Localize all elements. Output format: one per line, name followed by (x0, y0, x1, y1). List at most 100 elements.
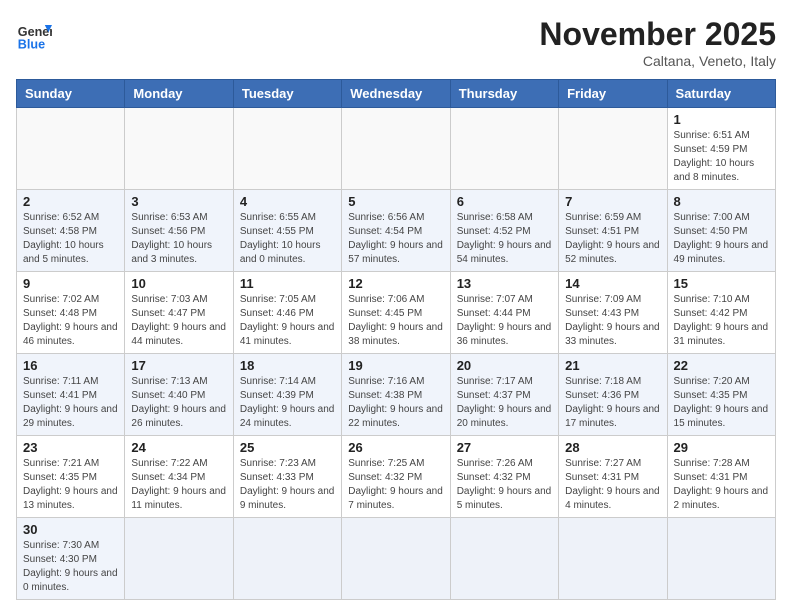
day-info: Sunrise: 7:11 AM Sunset: 4:41 PM Dayligh… (23, 375, 118, 431)
calendar-cell: 2Sunrise: 6:52 AM Sunset: 4:58 PM Daylig… (17, 190, 125, 272)
calendar-cell: 27 Sunrise: 7:26 AM Sunset: 4:32 PM Dayli… (450, 436, 558, 518)
day-info: Sunrise: 7:03 AM Sunset: 4:47 PM Dayligh… (131, 293, 226, 349)
day-info: Sunrise: 7:00 AM Sunset: 4:50 PM Dayligh… (674, 211, 769, 267)
day-number: 13 (457, 276, 552, 291)
day-number: 9 (23, 276, 118, 291)
calendar-cell: 4 Sunrise: 6:55 AM Sunset: 4:55 PM Daylig… (233, 190, 341, 272)
calendar-cell: 18Sunrise: 7:14 AM Sunset: 4:39 PM Dayli… (233, 354, 341, 436)
day-info: Sunrise: 7:10 AM Sunset: 4:42 PM Dayligh… (674, 293, 769, 349)
day-number: 23 (23, 440, 118, 455)
day-number: 17 (131, 358, 226, 373)
day-number: 3 (131, 194, 226, 209)
day-info: Sunrise: 7:16 AM Sunset: 4:38 PM Dayligh… (348, 375, 443, 431)
day-info: Sunrise: 7:09 AM Sunset: 4:43 PM Dayligh… (565, 293, 660, 349)
calendar-cell: 12 Sunrise: 7:06 AM Sunset: 4:45 PM Dayli… (342, 272, 450, 354)
day-number: 25 (240, 440, 335, 455)
day-info: Sunrise: 7:13 AM Sunset: 4:40 PM Dayligh… (131, 375, 226, 431)
day-number: 19 (348, 358, 443, 373)
day-number: 27 (457, 440, 552, 455)
svg-text:Blue: Blue (18, 37, 45, 51)
day-info: Sunrise: 7:25 AM Sunset: 4:32 PM Dayligh… (348, 457, 443, 513)
calendar-cell: 8Sunrise: 7:00 AM Sunset: 4:50 PM Daylig… (667, 190, 775, 272)
day-info: Sunrise: 6:58 AM Sunset: 4:52 PM Dayligh… (457, 211, 552, 267)
weekday-header-thursday: Thursday (450, 80, 558, 108)
calendar-cell: 28 Sunrise: 7:27 AM Sunset: 4:31 PM Dayli… (559, 436, 667, 518)
calendar-cell: 13 Sunrise: 7:07 AM Sunset: 4:44 PM Dayli… (450, 272, 558, 354)
day-number: 15 (674, 276, 769, 291)
title-block: November 2025 Caltana, Veneto, Italy (539, 16, 776, 69)
calendar-cell (233, 518, 341, 600)
calendar-cell: 19 Sunrise: 7:16 AM Sunset: 4:38 PM Dayli… (342, 354, 450, 436)
weekday-header-friday: Friday (559, 80, 667, 108)
week-row-1: 1 Sunrise: 6:51 AM Sunset: 4:59 PM Daylig… (17, 108, 776, 190)
calendar-cell: 3 Sunrise: 6:53 AM Sunset: 4:56 PM Daylig… (125, 190, 233, 272)
week-row-4: 16 Sunrise: 7:11 AM Sunset: 4:41 PM Dayli… (17, 354, 776, 436)
day-number: 18 (240, 358, 335, 373)
calendar-cell (559, 518, 667, 600)
day-number: 20 (457, 358, 552, 373)
calendar-cell: 23Sunrise: 7:21 AM Sunset: 4:35 PM Dayli… (17, 436, 125, 518)
calendar-cell: 11Sunrise: 7:05 AM Sunset: 4:46 PM Dayli… (233, 272, 341, 354)
day-number: 28 (565, 440, 660, 455)
calendar-cell (125, 108, 233, 190)
calendar-cell: 20 Sunrise: 7:17 AM Sunset: 4:37 PM Dayli… (450, 354, 558, 436)
calendar-cell (17, 108, 125, 190)
day-info: Sunrise: 7:02 AM Sunset: 4:48 PM Dayligh… (23, 293, 118, 349)
week-row-5: 23Sunrise: 7:21 AM Sunset: 4:35 PM Dayli… (17, 436, 776, 518)
day-number: 30 (23, 522, 118, 537)
week-row-2: 2Sunrise: 6:52 AM Sunset: 4:58 PM Daylig… (17, 190, 776, 272)
day-info: Sunrise: 7:28 AM Sunset: 4:31 PM Dayligh… (674, 457, 769, 513)
day-number: 4 (240, 194, 335, 209)
day-info: Sunrise: 6:55 AM Sunset: 4:55 PM Dayligh… (240, 211, 335, 267)
weekday-header-sunday: Sunday (17, 80, 125, 108)
calendar-cell: 6Sunrise: 6:58 AM Sunset: 4:52 PM Daylig… (450, 190, 558, 272)
logo-icon: General Blue (16, 16, 52, 52)
day-info: Sunrise: 7:18 AM Sunset: 4:36 PM Dayligh… (565, 375, 660, 431)
calendar-cell (342, 108, 450, 190)
day-info: Sunrise: 6:52 AM Sunset: 4:58 PM Dayligh… (23, 211, 118, 267)
calendar-cell: 30Sunrise: 7:30 AM Sunset: 4:30 PM Dayli… (17, 518, 125, 600)
calendar-cell (342, 518, 450, 600)
day-number: 22 (674, 358, 769, 373)
day-info: Sunrise: 7:22 AM Sunset: 4:34 PM Dayligh… (131, 457, 226, 513)
month-title: November 2025 (539, 16, 776, 53)
logo: General Blue (16, 16, 52, 52)
week-row-6: 30Sunrise: 7:30 AM Sunset: 4:30 PM Dayli… (17, 518, 776, 600)
day-number: 29 (674, 440, 769, 455)
day-number: 21 (565, 358, 660, 373)
calendar-cell: 24 Sunrise: 7:22 AM Sunset: 4:34 PM Dayli… (125, 436, 233, 518)
day-info: Sunrise: 7:23 AM Sunset: 4:33 PM Dayligh… (240, 457, 335, 513)
day-info: Sunrise: 6:51 AM Sunset: 4:59 PM Dayligh… (674, 129, 769, 185)
day-number: 7 (565, 194, 660, 209)
calendar-cell: 16 Sunrise: 7:11 AM Sunset: 4:41 PM Dayli… (17, 354, 125, 436)
calendar-cell: 10Sunrise: 7:03 AM Sunset: 4:47 PM Dayli… (125, 272, 233, 354)
day-info: Sunrise: 7:07 AM Sunset: 4:44 PM Dayligh… (457, 293, 552, 349)
day-info: Sunrise: 7:17 AM Sunset: 4:37 PM Dayligh… (457, 375, 552, 431)
page-header: General Blue November 2025 Caltana, Vene… (16, 16, 776, 69)
calendar-cell: 9 Sunrise: 7:02 AM Sunset: 4:48 PM Daylig… (17, 272, 125, 354)
day-number: 1 (674, 112, 769, 127)
day-number: 24 (131, 440, 226, 455)
day-info: Sunrise: 7:26 AM Sunset: 4:32 PM Dayligh… (457, 457, 552, 513)
weekday-header-monday: Monday (125, 80, 233, 108)
calendar-cell: 1 Sunrise: 6:51 AM Sunset: 4:59 PM Daylig… (667, 108, 775, 190)
day-number: 14 (565, 276, 660, 291)
day-info: Sunrise: 6:53 AM Sunset: 4:56 PM Dayligh… (131, 211, 226, 267)
day-number: 11 (240, 276, 335, 291)
calendar-cell: 5 Sunrise: 6:56 AM Sunset: 4:54 PM Daylig… (342, 190, 450, 272)
calendar-cell: 29 Sunrise: 7:28 AM Sunset: 4:31 PM Dayli… (667, 436, 775, 518)
day-info: Sunrise: 6:56 AM Sunset: 4:54 PM Dayligh… (348, 211, 443, 267)
calendar-cell (559, 108, 667, 190)
day-number: 12 (348, 276, 443, 291)
day-number: 26 (348, 440, 443, 455)
day-info: Sunrise: 6:59 AM Sunset: 4:51 PM Dayligh… (565, 211, 660, 267)
day-info: Sunrise: 7:06 AM Sunset: 4:45 PM Dayligh… (348, 293, 443, 349)
day-number: 5 (348, 194, 443, 209)
day-number: 16 (23, 358, 118, 373)
location-subtitle: Caltana, Veneto, Italy (539, 53, 776, 69)
day-info: Sunrise: 7:27 AM Sunset: 4:31 PM Dayligh… (565, 457, 660, 513)
calendar-cell: 7 Sunrise: 6:59 AM Sunset: 4:51 PM Daylig… (559, 190, 667, 272)
calendar-cell: 26 Sunrise: 7:25 AM Sunset: 4:32 PM Dayli… (342, 436, 450, 518)
calendar-cell (450, 108, 558, 190)
calendar-table: SundayMondayTuesdayWednesdayThursdayFrid… (16, 79, 776, 600)
